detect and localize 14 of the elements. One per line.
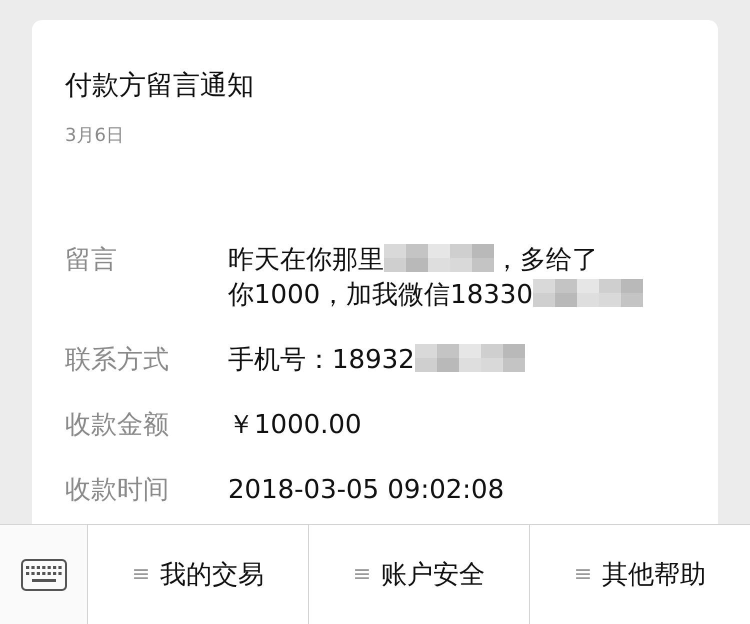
card-title: 付款方留言通知 xyxy=(65,72,255,99)
field-value: 你1000，加我微信18330 xyxy=(228,279,533,312)
field-label: 留言 xyxy=(65,244,118,277)
keyboard-button[interactable] xyxy=(0,525,88,624)
field-label: 联系方式 xyxy=(65,344,170,377)
field-value: ，多给了 xyxy=(494,244,598,277)
keyboard-icon xyxy=(20,558,66,590)
field-value: 昨天在你那里 xyxy=(228,244,384,277)
field-label: 收款时间 xyxy=(65,474,170,507)
field-value: 手机号：18932 xyxy=(228,344,415,377)
field-label: 收款金额 xyxy=(65,409,170,442)
card-date: 3月6日 xyxy=(65,124,125,147)
field-value: 2018-03-05 09:02:08 xyxy=(228,474,504,507)
field-value: ￥1000.00 xyxy=(228,409,362,442)
